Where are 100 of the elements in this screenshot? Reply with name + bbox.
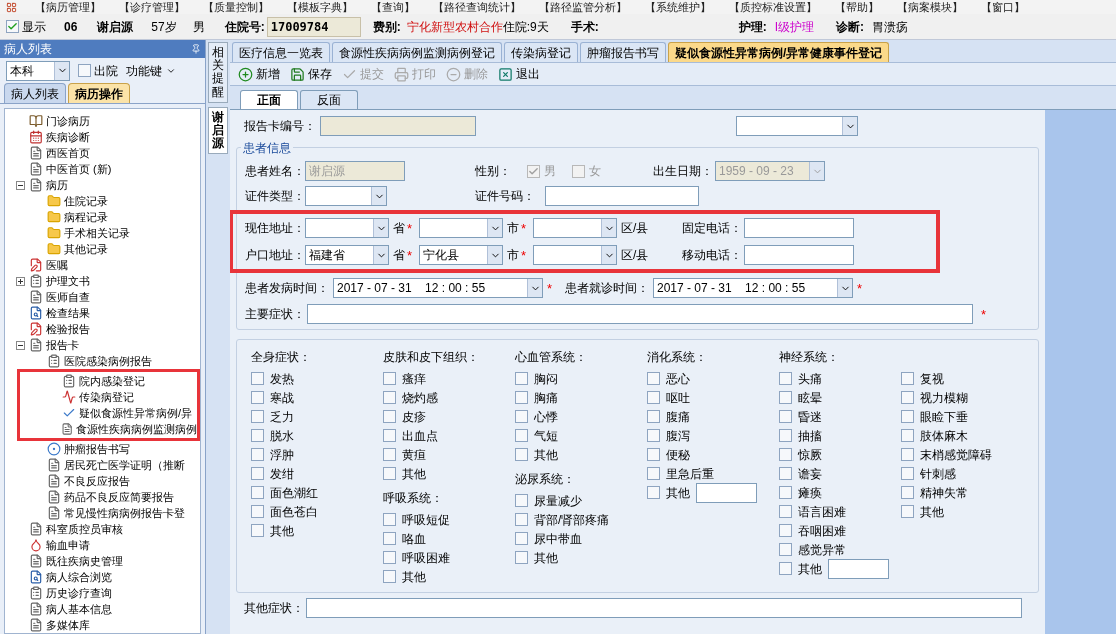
tree-item[interactable]: 病人综合浏览 xyxy=(46,571,112,583)
checkbox[interactable] xyxy=(251,505,264,518)
checkbox[interactable] xyxy=(383,570,396,583)
checkbox[interactable] xyxy=(647,467,660,480)
tree-item[interactable]: 既往疾病史管理 xyxy=(46,555,123,567)
tree-item[interactable]: 门诊病历 xyxy=(46,115,90,127)
checkbox[interactable] xyxy=(901,391,914,404)
page-tab[interactable]: 反面 xyxy=(300,90,358,109)
menu-item[interactable]: 【质控标准设置】 xyxy=(729,1,817,13)
tree-item[interactable]: 病程记录 xyxy=(64,211,108,223)
checkbox[interactable] xyxy=(647,429,660,442)
checkbox[interactable] xyxy=(251,391,264,404)
menu-item[interactable]: 【病历管理】 xyxy=(35,1,101,13)
checkbox[interactable] xyxy=(901,410,914,423)
panel-tab[interactable]: 病人列表 xyxy=(4,83,66,103)
function-key-dropdown[interactable]: 功能键 xyxy=(126,61,176,80)
menu-item[interactable]: 【质量控制】 xyxy=(203,1,269,13)
dropdown[interactable] xyxy=(305,218,389,238)
main-symptom-field[interactable] xyxy=(307,304,973,324)
dropdown[interactable] xyxy=(419,218,503,238)
tree-item[interactable]: 中医首页 (新) xyxy=(46,163,112,175)
checkbox[interactable] xyxy=(383,372,396,385)
tree-item[interactable]: 医嘱 xyxy=(46,259,68,271)
tree-item[interactable]: 肿瘤报告书写 xyxy=(64,443,130,455)
phone-field[interactable] xyxy=(744,218,855,238)
checkbox[interactable] xyxy=(779,467,792,480)
checkbox[interactable] xyxy=(6,20,19,33)
checkbox[interactable] xyxy=(901,448,914,461)
checkbox[interactable] xyxy=(901,486,914,499)
checkbox[interactable] xyxy=(515,429,528,442)
side-tab[interactable]: 谢启源 xyxy=(208,106,228,155)
checkbox[interactable] xyxy=(779,410,792,423)
checkbox[interactable] xyxy=(779,543,792,556)
checkbox[interactable] xyxy=(251,448,264,461)
tree-item[interactable]: 医师自查 xyxy=(46,291,90,303)
tree-item[interactable]: 西医首页 xyxy=(46,147,90,159)
tree-item[interactable]: 检查结果 xyxy=(46,307,90,319)
document-tab[interactable]: 传染病登记 xyxy=(504,42,578,62)
menu-item[interactable]: 【病案模块】 xyxy=(897,1,963,13)
tree-item[interactable]: 手术相关记录 xyxy=(64,227,130,239)
datetime-picker[interactable]: 2017 - 07 - 31 12 : 00 : 55 xyxy=(653,278,853,298)
other-input-field[interactable] xyxy=(696,482,757,503)
tree-item[interactable]: 历史诊疗查询 xyxy=(46,587,112,599)
checkbox[interactable] xyxy=(779,372,792,385)
tree-item[interactable]: 医院感染病例报告 xyxy=(64,355,152,367)
checkbox[interactable] xyxy=(515,532,528,545)
checkbox[interactable] xyxy=(901,429,914,442)
checkbox[interactable] xyxy=(515,372,528,385)
dropdown[interactable] xyxy=(533,218,617,238)
checkbox[interactable] xyxy=(779,486,792,499)
tree-item[interactable]: 科室质控员审核 xyxy=(46,523,123,535)
other-symptoms-field[interactable] xyxy=(306,598,1022,618)
checkbox[interactable] xyxy=(383,391,396,404)
checkbox[interactable] xyxy=(251,372,264,385)
checkbox[interactable] xyxy=(515,513,528,526)
menu-item[interactable]: 【路径监管分析】 xyxy=(539,1,627,13)
checkbox[interactable] xyxy=(515,448,528,461)
dropdown[interactable] xyxy=(736,116,858,136)
checkbox[interactable] xyxy=(383,513,396,526)
dropdown[interactable]: 宁化县 xyxy=(419,245,503,265)
other-input-field[interactable] xyxy=(828,558,889,579)
checkbox[interactable] xyxy=(647,372,660,385)
checkbox[interactable] xyxy=(647,410,660,423)
tree-item[interactable]: 院内感染登记 xyxy=(79,375,145,387)
tree-item[interactable]: 常见慢性病病例报告卡登 xyxy=(64,507,185,519)
checkbox[interactable] xyxy=(515,551,528,564)
checkbox[interactable] xyxy=(779,429,792,442)
tree-item[interactable]: 食源性疾病病例监测病例 xyxy=(76,423,197,435)
toolbar-button[interactable]: 保存 xyxy=(290,65,332,83)
side-tab[interactable]: 相关提醒 xyxy=(208,42,228,103)
checkbox[interactable] xyxy=(901,505,914,518)
document-tab[interactable]: 医疗信息一览表 xyxy=(232,42,330,62)
panel-tab[interactable]: 病历操作 xyxy=(68,83,130,103)
checkbox[interactable] xyxy=(647,391,660,404)
checkbox[interactable] xyxy=(901,467,914,480)
checkbox[interactable] xyxy=(647,448,660,461)
tree-item[interactable]: 药品不良反应简要报告 xyxy=(64,491,174,503)
phone-field[interactable] xyxy=(744,245,855,265)
pin-icon[interactable] xyxy=(191,44,201,54)
collapse-icon[interactable] xyxy=(16,180,25,190)
checkbox[interactable] xyxy=(515,410,528,423)
document-tab[interactable]: 食源性疾病病例监测病例登记 xyxy=(332,42,502,62)
menu-item[interactable]: 【系统维护】 xyxy=(645,1,711,13)
checkbox[interactable] xyxy=(901,372,914,385)
tree-item[interactable]: 病历 xyxy=(46,179,68,191)
checkbox[interactable] xyxy=(251,410,264,423)
checkbox[interactable] xyxy=(515,391,528,404)
checkbox[interactable] xyxy=(251,486,264,499)
collapse-icon[interactable] xyxy=(16,340,25,350)
checkbox[interactable] xyxy=(78,64,91,77)
tree-item[interactable]: 病人基本信息 xyxy=(46,603,112,615)
menu-item[interactable]: 【诊疗管理】 xyxy=(119,1,185,13)
checkbox[interactable] xyxy=(383,467,396,480)
tree-item[interactable]: 传染病登记 xyxy=(79,391,134,403)
dropdown[interactable]: 本科 xyxy=(6,60,70,81)
document-tab[interactable]: 疑似食源性异常病例/异常健康事件登记 xyxy=(668,42,890,62)
tree-item[interactable]: 检验报告 xyxy=(46,323,90,335)
dropdown[interactable] xyxy=(305,186,387,206)
dropdown[interactable] xyxy=(533,245,617,265)
expand-icon[interactable] xyxy=(16,276,25,286)
